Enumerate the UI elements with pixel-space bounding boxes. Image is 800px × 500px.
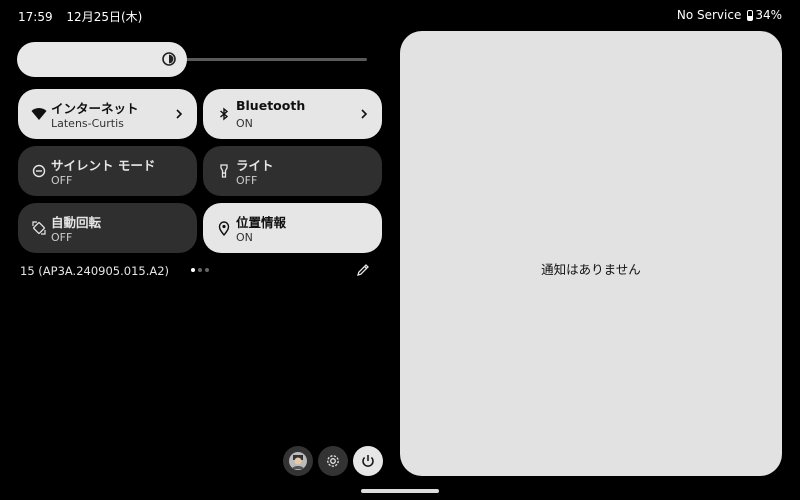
wifi-icon (31, 108, 47, 120)
status-bar: 17:59 12月25日(木) No Service 34% (0, 0, 800, 30)
battery-icon (747, 9, 754, 21)
tile-internet[interactable]: インターネット Latens-Curtis (18, 89, 197, 139)
tile-flashlight[interactable]: ライト OFF (203, 146, 382, 196)
auto-rotate-icon (32, 221, 46, 235)
tile-subtitle: ON (236, 231, 253, 244)
tile-title: サイレント モード (51, 158, 156, 173)
flashlight-icon (220, 164, 228, 178)
page-dot (205, 268, 209, 272)
do-not-disturb-icon (32, 164, 46, 178)
tile-title: 位置情報 (236, 215, 287, 230)
tile-do-not-disturb[interactable]: サイレント モード OFF (18, 146, 197, 196)
battery-level: 34% (755, 8, 782, 22)
chevron-right-icon[interactable] (173, 106, 185, 122)
date: 12月25日(木) (66, 10, 143, 24)
tile-auto-rotate[interactable]: 自動回転 OFF (18, 203, 197, 253)
power-icon (362, 455, 374, 467)
brightness-slider[interactable] (17, 42, 367, 77)
tile-subtitle: OFF (51, 231, 73, 244)
page-dot (198, 268, 202, 272)
tile-title: ライト (236, 158, 274, 173)
status-right: No Service 34% (677, 8, 782, 22)
navigation-handle[interactable] (361, 489, 439, 493)
tile-subtitle: OFF (236, 174, 258, 187)
settings-gear-icon (327, 455, 339, 467)
network-status: No Service (676, 8, 742, 22)
settings-button[interactable] (318, 446, 348, 476)
page-indicator (191, 268, 209, 272)
location-icon (218, 221, 230, 236)
chevron-right-icon[interactable] (358, 106, 370, 122)
user-icon (289, 452, 307, 470)
brightness-icon[interactable] (160, 50, 178, 68)
tile-title: インターネット (51, 101, 139, 116)
power-button[interactable] (353, 446, 383, 476)
page-dot (191, 268, 195, 272)
tile-title: Bluetooth (236, 98, 306, 113)
tile-bluetooth[interactable]: Bluetooth ON (203, 89, 382, 139)
bluetooth-icon (220, 107, 229, 121)
user-switch-button[interactable] (283, 446, 313, 476)
status-left: 17:59 12月25日(木) (18, 8, 152, 25)
empty-notifications-text: 通知はありません (541, 262, 641, 277)
tile-subtitle: Latens-Curtis (51, 117, 124, 130)
tile-subtitle: OFF (51, 174, 73, 187)
build-number[interactable]: 15 (AP3A.240905.015.A2) (20, 264, 169, 278)
clock: 17:59 (18, 10, 53, 24)
edit-pencil-icon[interactable] (355, 262, 371, 278)
tile-subtitle: ON (236, 117, 253, 130)
notification-panel: 通知はありません (400, 31, 782, 476)
tile-location[interactable]: 位置情報 ON (203, 203, 382, 253)
tile-title: 自動回転 (51, 215, 102, 230)
